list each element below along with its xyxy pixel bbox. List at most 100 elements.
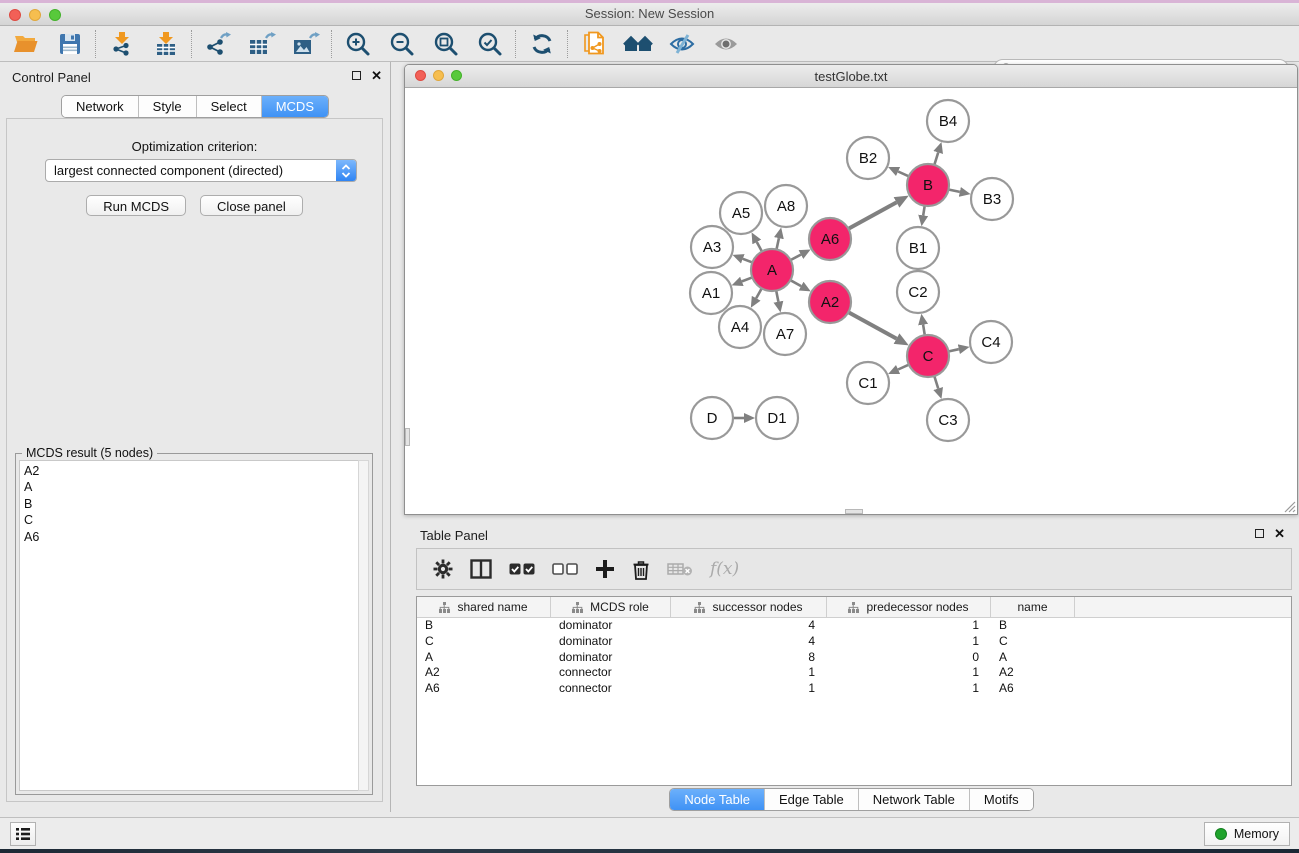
node-B3[interactable]: B3 <box>971 178 1013 220</box>
node-A8[interactable]: A8 <box>765 185 807 227</box>
node-A5[interactable]: A5 <box>720 192 762 234</box>
delete-column-icon[interactable] <box>632 559 650 580</box>
cell-MCDS-role[interactable]: connector <box>551 665 671 681</box>
close-panel-button[interactable]: Close panel <box>200 195 303 216</box>
cell-shared-name[interactable]: A6 <box>417 681 551 697</box>
tab-node-table[interactable]: Node Table <box>670 789 765 810</box>
result-item[interactable]: A2 <box>24 463 359 479</box>
node-B4[interactable]: B4 <box>927 100 969 142</box>
node-A4[interactable]: A4 <box>719 306 761 348</box>
new-network-icon[interactable] <box>572 28 616 60</box>
cell-successor-nodes[interactable]: 1 <box>671 665 827 681</box>
node-B[interactable]: B <box>907 164 949 206</box>
add-column-icon[interactable] <box>595 559 615 579</box>
node-A1[interactable]: A1 <box>690 272 732 314</box>
cell-MCDS-role[interactable]: dominator <box>551 618 671 634</box>
node-A7[interactable]: A7 <box>764 313 806 355</box>
export-image-icon[interactable] <box>284 28 328 60</box>
import-network-icon[interactable] <box>100 28 144 60</box>
tab-edge-table[interactable]: Edge Table <box>765 789 859 810</box>
cell-name[interactable]: B <box>991 618 1075 634</box>
result-item[interactable]: B <box>24 496 359 512</box>
node-D1[interactable]: D1 <box>756 397 798 439</box>
split-column-icon[interactable] <box>470 559 492 579</box>
task-history-button[interactable] <box>10 822 36 846</box>
float-table-panel-icon[interactable] <box>1255 529 1264 538</box>
cell-name[interactable]: A6 <box>991 681 1075 697</box>
result-item[interactable]: A <box>24 479 359 495</box>
save-session-icon[interactable] <box>48 28 92 60</box>
column-header-successor-nodes[interactable]: successor nodes <box>671 597 827 617</box>
node-A[interactable]: A <box>751 249 793 291</box>
cell-predecessor-nodes[interactable]: 1 <box>827 634 991 650</box>
cell-predecessor-nodes[interactable]: 0 <box>827 650 991 666</box>
node-B2[interactable]: B2 <box>847 137 889 179</box>
cell-predecessor-nodes[interactable]: 1 <box>827 665 991 681</box>
node-C1[interactable]: C1 <box>847 362 889 404</box>
table-row[interactable]: Bdominator41B <box>417 618 1291 634</box>
cell-shared-name[interactable]: B <box>417 618 551 634</box>
table-row[interactable]: A2connector11A2 <box>417 665 1291 681</box>
network-canvas[interactable]: B4B2BB3A5A8A6B1A3AC2A1A2A4A7C4CC1C3DD1 <box>405 88 1297 514</box>
memory-button[interactable]: Memory <box>1204 822 1290 846</box>
node-C3[interactable]: C3 <box>927 399 969 441</box>
network-window-titlebar[interactable]: testGlobe.txt <box>405 65 1297 88</box>
column-header-MCDS-role[interactable]: MCDS role <box>551 597 671 617</box>
import-table-icon[interactable] <box>144 28 188 60</box>
cell-MCDS-role[interactable]: connector <box>551 681 671 697</box>
node-A6[interactable]: A6 <box>809 218 851 260</box>
node-table[interactable]: shared nameMCDS rolesuccessor nodesprede… <box>416 596 1292 786</box>
node-A2[interactable]: A2 <box>809 281 851 323</box>
cell-name[interactable]: A2 <box>991 665 1075 681</box>
cell-predecessor-nodes[interactable]: 1 <box>827 681 991 697</box>
close-table-panel-icon[interactable]: ✕ <box>1274 529 1285 538</box>
cell-successor-nodes[interactable]: 1 <box>671 681 827 697</box>
refresh-layout-icon[interactable] <box>520 28 564 60</box>
canvas-bottom-handle[interactable] <box>845 509 863 514</box>
zoom-fit-icon[interactable] <box>424 28 468 60</box>
canvas-left-handle[interactable] <box>405 428 410 446</box>
tab-style[interactable]: Style <box>139 96 197 117</box>
node-C[interactable]: C <box>907 335 949 377</box>
node-D[interactable]: D <box>691 397 733 439</box>
tab-network-table[interactable]: Network Table <box>859 789 970 810</box>
column-header-predecessor-nodes[interactable]: predecessor nodes <box>827 597 991 617</box>
tab-select[interactable]: Select <box>197 96 262 117</box>
cell-successor-nodes[interactable]: 8 <box>671 650 827 666</box>
edge-A6-B[interactable] <box>847 202 897 229</box>
run-mcds-button[interactable]: Run MCDS <box>86 195 186 216</box>
network-graph[interactable]: B4B2BB3A5A8A6B1A3AC2A1A2A4A7C4CC1C3DD1 <box>405 88 1297 514</box>
export-table-icon[interactable] <box>240 28 284 60</box>
node-C4[interactable]: C4 <box>970 321 1012 363</box>
cell-name[interactable]: C <box>991 634 1075 650</box>
table-row[interactable]: A6connector11A6 <box>417 681 1291 697</box>
zoom-selected-icon[interactable] <box>468 28 512 60</box>
cell-successor-nodes[interactable]: 4 <box>671 618 827 634</box>
show-hidden-icon[interactable] <box>704 28 748 60</box>
tab-mcds[interactable]: MCDS <box>262 96 328 117</box>
function-builder-icon[interactable]: f(x) <box>710 559 739 579</box>
table-row[interactable]: Adominator80A <box>417 650 1291 666</box>
unselect-all-columns-icon[interactable] <box>552 562 578 576</box>
cell-successor-nodes[interactable]: 4 <box>671 634 827 650</box>
edge-A2-C[interactable] <box>847 311 897 338</box>
result-item[interactable]: C <box>24 512 359 528</box>
cell-predecessor-nodes[interactable]: 1 <box>827 618 991 634</box>
hide-selected-icon[interactable] <box>660 28 704 60</box>
select-all-columns-icon[interactable] <box>509 562 535 576</box>
column-header-shared-name[interactable]: shared name <box>417 597 551 617</box>
criterion-dropdown[interactable]: largest connected component (directed) <box>45 159 357 182</box>
zoom-out-icon[interactable] <box>380 28 424 60</box>
cell-shared-name[interactable]: A2 <box>417 665 551 681</box>
result-scrollbar[interactable] <box>358 460 369 791</box>
tab-network[interactable]: Network <box>62 96 139 117</box>
delete-table-icon[interactable] <box>667 561 693 577</box>
float-panel-icon[interactable] <box>352 71 361 80</box>
cell-MCDS-role[interactable]: dominator <box>551 634 671 650</box>
column-header-name[interactable]: name <box>991 597 1075 617</box>
cell-MCDS-role[interactable]: dominator <box>551 650 671 666</box>
gear-icon[interactable] <box>433 559 453 579</box>
node-B1[interactable]: B1 <box>897 227 939 269</box>
result-item[interactable]: A6 <box>24 529 359 545</box>
table-row[interactable]: Cdominator41C <box>417 634 1291 650</box>
